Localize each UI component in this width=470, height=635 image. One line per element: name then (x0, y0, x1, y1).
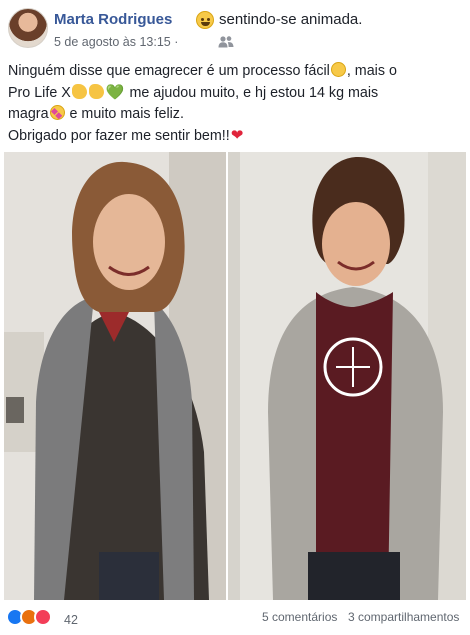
post-text-segment: me ajudou muito, e hj estou 14 kg mais (125, 85, 379, 101)
star-struck-face-icon (49, 105, 65, 120)
post-text-line-4: Obrigado por fazer me sentir bem!!❤ (8, 125, 462, 147)
red-heart-icon: ❤ (230, 127, 244, 144)
reactions-summary[interactable]: 42 (6, 608, 78, 627)
post-photos[interactable] (4, 152, 466, 600)
post-text-segment: Ninguém disse que emagrecer é um process… (8, 63, 330, 79)
post-text-segment: magra (8, 106, 49, 122)
friends-icon[interactable] (218, 35, 234, 48)
disappointed-face-icon (330, 62, 346, 77)
after-photo[interactable] (228, 152, 466, 600)
after-photo-illustration (228, 152, 466, 600)
post-text-segment: e muito mais feliz. (65, 106, 184, 122)
before-photo-illustration (4, 152, 226, 600)
comments-count-link[interactable]: 5 comentários (262, 610, 337, 624)
reaction-count[interactable]: 42 (64, 613, 78, 627)
post-header: Marta Rodrigues sentindo-se animada. 5 d… (8, 8, 462, 52)
post-text-line-3: magra e muito mais feliz. (8, 104, 462, 125)
post-footer: 42 5 comentários 3 compartilhamentos (4, 604, 466, 630)
clapping-hands-icon (71, 84, 87, 99)
grinning-face-icon (196, 11, 214, 29)
post-text-segment: Obrigado por fazer me sentir bem!! (8, 128, 230, 144)
love-icon (34, 608, 52, 626)
shares-count-link[interactable]: 3 compartilhamentos (348, 610, 459, 624)
post-text-segment: Pro Life X (8, 85, 71, 101)
author-name[interactable]: Marta Rodrigues (54, 11, 172, 28)
author-avatar[interactable] (8, 8, 48, 48)
post-text-line-2: Pro Life X 💚 me ajudou muito, e hj estou … (8, 82, 462, 104)
facebook-post: Marta Rodrigues sentindo-se animada. 5 d… (0, 0, 470, 635)
post-text-segment: , mais o (346, 63, 397, 79)
post-timestamp[interactable]: 5 de agosto às 13:15 · (54, 35, 178, 49)
post-text: Ninguém disse que emagrecer é um process… (8, 61, 462, 147)
feeling-text: sentindo-se animada. (219, 11, 363, 28)
clapping-hands-icon (88, 84, 104, 99)
post-text-line-1: Ninguém disse que emagrecer é um process… (8, 61, 462, 82)
green-heart-icon: 💚 (105, 84, 125, 101)
before-photo[interactable] (4, 152, 226, 600)
